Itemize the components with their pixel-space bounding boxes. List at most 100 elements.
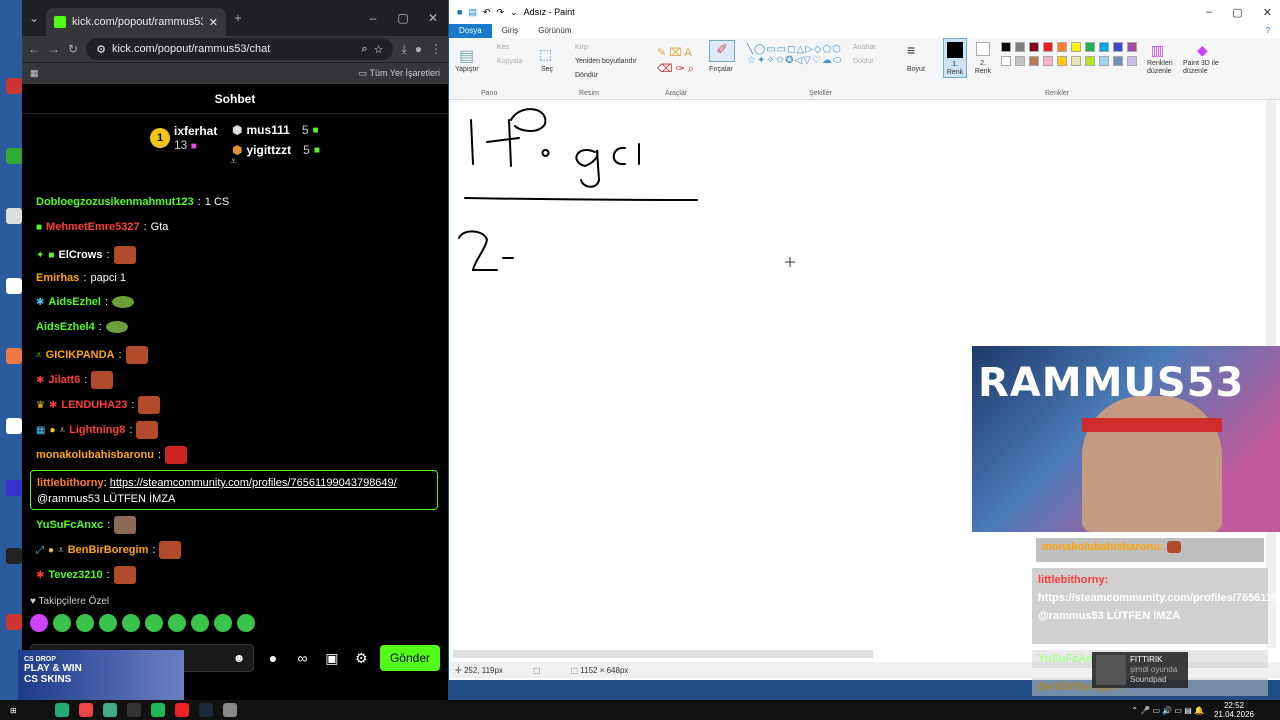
settings-gear-icon[interactable]: ⚙: [351, 650, 372, 667]
forward-icon[interactable]: →: [48, 42, 60, 56]
undo-icon[interactable]: ↶: [483, 7, 491, 18]
desktop-app-icon[interactable]: [6, 614, 22, 630]
close-tab-icon[interactable]: ✕: [209, 16, 218, 29]
emote-button[interactable]: [237, 614, 255, 632]
taskbar-app-icon[interactable]: [222, 703, 237, 717]
emote-button[interactable]: [214, 614, 232, 632]
url-field[interactable]: ⚙ kick.com/popout/rammus53/chat ⌕ ☆: [86, 38, 394, 60]
emote-button[interactable]: [122, 614, 140, 632]
chat-username[interactable]: Emirhas: [36, 272, 79, 284]
palette-color-swatch[interactable]: [1127, 56, 1137, 66]
maximize-icon[interactable]: ▢: [1232, 6, 1242, 19]
chat-username[interactable]: BenBirBoregim: [68, 544, 149, 556]
minimize-icon[interactable]: –: [1206, 6, 1212, 19]
profile-link[interactable]: https://steamcommunity.com/profiles/7656…: [110, 477, 397, 489]
steam-icon[interactable]: [198, 703, 213, 717]
chat-username[interactable]: littlebithorny: [37, 477, 104, 489]
palette-color-swatch[interactable]: [1085, 56, 1095, 66]
tab-menu-icon[interactable]: ⌄: [22, 6, 46, 30]
tab-home[interactable]: Giriş: [492, 24, 528, 38]
leaderboard-third[interactable]: ⬢ yigittzzt 5 ■: [232, 143, 320, 157]
desktop-app-icon[interactable]: [6, 348, 22, 364]
taskbar-app-icon[interactable]: [54, 703, 69, 717]
chat-username[interactable]: AidsEzhel4: [36, 321, 95, 333]
browser-menu-icon[interactable]: ⋮: [430, 42, 442, 56]
youtube-icon[interactable]: [174, 703, 189, 717]
emote-button[interactable]: [53, 614, 71, 632]
tab-file[interactable]: Dosya: [449, 24, 492, 38]
chrome-icon[interactable]: [102, 703, 117, 717]
chat-username[interactable]: Jilatt6: [48, 374, 80, 386]
chat-username[interactable]: YuSuFcAnxc: [36, 519, 103, 531]
emoji-icon[interactable]: ☻: [233, 651, 246, 665]
emote-button[interactable]: [99, 614, 117, 632]
palette-color-swatch[interactable]: [1113, 42, 1123, 52]
site-info-icon[interactable]: ⚙: [96, 43, 106, 56]
palette-color-swatch[interactable]: [1029, 42, 1039, 52]
leaderboard-second[interactable]: ⬢ mus111 5 ■: [232, 123, 319, 137]
close-window-icon[interactable]: ✕: [418, 11, 448, 25]
chat-username[interactable]: LENDUHA23: [61, 399, 127, 411]
edit-colors-button[interactable]: Renkleri düzenle: [1147, 60, 1183, 76]
palette-color-swatch[interactable]: [1015, 56, 1025, 66]
user-icon[interactable]: ●: [262, 650, 283, 666]
chat-username[interactable]: Tevez3210: [48, 569, 102, 581]
palette-color-swatch[interactable]: [1057, 42, 1067, 52]
collapse-leaderboard-icon[interactable]: ⩡: [230, 154, 237, 169]
palette-color-swatch[interactable]: [1127, 42, 1137, 52]
emote-button[interactable]: [76, 614, 94, 632]
save-icon[interactable]: ▤: [468, 7, 477, 18]
leaderboard-first[interactable]: 1 ixferhat 13 ■: [150, 124, 217, 152]
resize-button[interactable]: Yeniden boyutlandır: [575, 58, 637, 65]
shapes-gallery[interactable]: ╲◯▭▭◻△▷◇⬠⬡ ☆✦✧✩✪◁▽♡☁⬭: [747, 44, 842, 66]
desktop-app-icon[interactable]: [6, 148, 22, 164]
desktop-app-icon[interactable]: [6, 418, 22, 434]
taskbar-app-icon[interactable]: [126, 703, 141, 717]
palette-color-swatch[interactable]: [1085, 42, 1095, 52]
bookmark-star-icon[interactable]: ☆: [374, 43, 384, 56]
copy-button[interactable]: Kopyala: [497, 58, 522, 65]
rotate-button[interactable]: Döndür: [575, 72, 598, 79]
new-tab-icon[interactable]: +: [226, 6, 250, 30]
close-window-icon[interactable]: ✕: [1263, 6, 1272, 19]
quick-access-menu-icon[interactable]: ⌄: [510, 7, 518, 18]
send-button[interactable]: Gönder: [379, 645, 440, 671]
store-icon[interactable]: ▣: [321, 650, 342, 667]
select-button[interactable]: Seç: [541, 66, 553, 73]
reload-icon[interactable]: ↻: [68, 42, 78, 56]
fill-button[interactable]: Doldur: [853, 58, 874, 65]
infinity-icon[interactable]: ∞: [292, 650, 313, 666]
brushes-button[interactable]: Fırçalar: [709, 66, 733, 73]
desktop-app-icon[interactable]: [6, 78, 22, 94]
tray-icons[interactable]: ⌃ 🎤 ▭ 🔊 ▭ ▤ 🔔: [1131, 706, 1204, 715]
palette-color-swatch[interactable]: [1071, 42, 1081, 52]
chat-username[interactable]: GICIKPANDA: [46, 349, 115, 361]
chat-username[interactable]: MehmetEmre5327: [46, 221, 140, 233]
spotify-icon[interactable]: [150, 703, 165, 717]
color1-selector[interactable]: 1. Renk: [943, 38, 967, 78]
maximize-icon[interactable]: ▢: [388, 11, 418, 25]
emote-button[interactable]: [145, 614, 163, 632]
taskbar-clock[interactable]: 22:52 21.04.2026: [1214, 701, 1254, 719]
ad-banner[interactable]: CS DROP PLAY & WIN CS SKINS: [18, 650, 184, 704]
emote-button[interactable]: [30, 614, 48, 632]
minimize-icon[interactable]: –: [358, 11, 388, 25]
browser-tab[interactable]: kick.com/popout/rammus53/c ✕: [46, 8, 226, 36]
desktop-app-icon[interactable]: [6, 278, 22, 294]
chat-username[interactable]: ElCrows: [58, 249, 102, 261]
palette-color-swatch[interactable]: [1113, 56, 1123, 66]
desktop-app-icon[interactable]: [6, 208, 22, 224]
palette-color-swatch[interactable]: [1057, 56, 1067, 66]
paste-button[interactable]: Yapıştır: [455, 66, 479, 73]
crop-button[interactable]: Kırp: [575, 44, 588, 51]
eraser-icon[interactable]: ⌫ ✑ ⌕: [657, 62, 694, 76]
chat-username[interactable]: Dobloegzozusikenmahmut123: [36, 196, 194, 208]
size-button[interactable]: Boyut: [907, 66, 925, 73]
profile-avatar[interactable]: ●: [415, 42, 422, 56]
palette-color-swatch[interactable]: [1043, 56, 1053, 66]
palette-color-swatch[interactable]: [1029, 56, 1039, 66]
emote-button[interactable]: [168, 614, 186, 632]
palette-color-swatch[interactable]: [1001, 42, 1011, 52]
chat-username[interactable]: monakolubahisbaronu: [36, 449, 154, 461]
tab-view[interactable]: Görünüm: [528, 24, 581, 38]
